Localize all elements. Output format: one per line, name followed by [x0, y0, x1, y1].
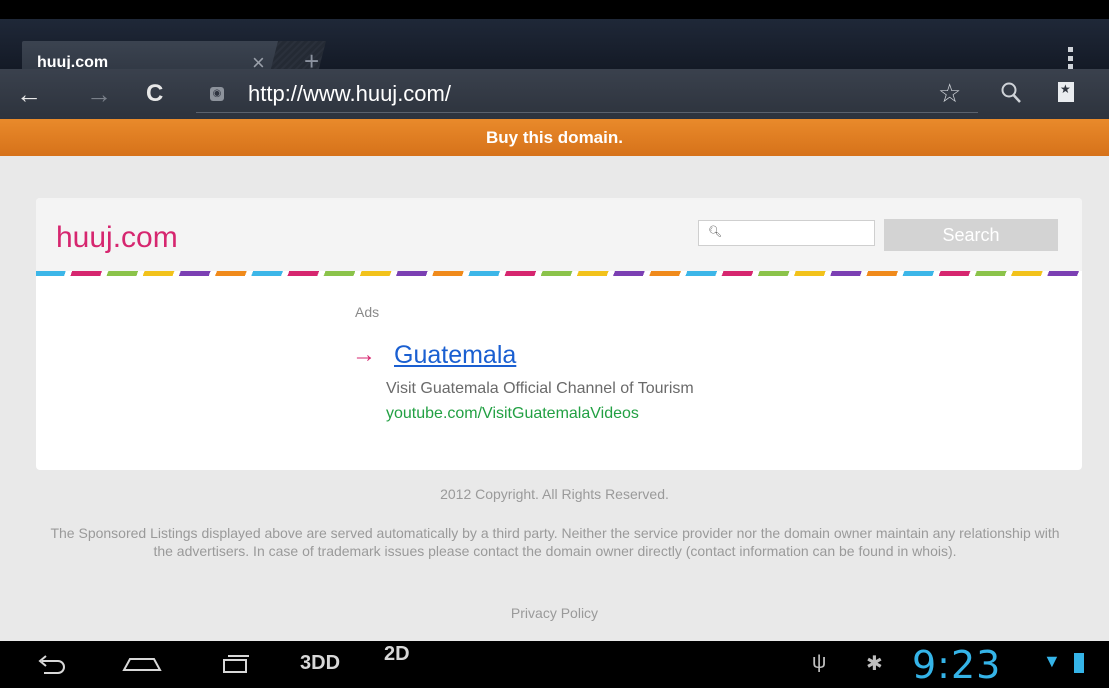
system-home-icon[interactable]	[122, 657, 162, 671]
search-icon: 🔍︎	[708, 226, 722, 238]
forward-arrow-icon[interactable]: →	[86, 79, 112, 110]
disclaimer-text: The Sponsored Listings displayed above a…	[50, 525, 1060, 559]
bookmarks-icon[interactable]	[1058, 82, 1074, 102]
url-toolbar: ← → C ◉ http://www.huuj.com/ ☆	[0, 69, 1109, 119]
parked-page-card: huuj.com 🔍︎ Search Ads → Guatemala Visit…	[36, 198, 1082, 470]
2d-mode-icon[interactable]: 2D	[384, 643, 410, 666]
usb-icon: ψ	[812, 651, 827, 673]
menu-dot	[1067, 55, 1073, 61]
ad-description: Visit Guatemala Official Channel of Tour…	[386, 380, 694, 397]
card-header: huuj.com 🔍︎ Search	[36, 198, 1082, 271]
system-back-icon[interactable]	[36, 653, 66, 677]
search-input[interactable]	[725, 223, 869, 243]
privacy-policy-link[interactable]: Privacy Policy	[0, 605, 1109, 621]
back-arrow-icon[interactable]: ←	[16, 79, 42, 110]
ad-title-link[interactable]: Guatemala	[394, 341, 516, 370]
menu-dot	[1067, 47, 1073, 52]
ads-label: Ads	[355, 304, 380, 320]
3d-mode-icon[interactable]: 3DD	[300, 652, 340, 675]
search-button[interactable]: Search	[884, 219, 1058, 251]
site-globe-icon: ◉	[210, 87, 224, 101]
buy-domain-banner[interactable]: Buy this domain.	[0, 119, 1109, 156]
copyright-text: 2012 Copyright. All Rights Reserved.	[440, 486, 669, 502]
menu-icon[interactable]	[1066, 47, 1074, 69]
search-field[interactable]: 🔍︎	[698, 220, 875, 246]
system-navigation-bar: 3DD 2D ψ ✱ 9:23 ▼	[0, 641, 1109, 688]
android-debug-icon: ✱	[866, 653, 883, 675]
ad-url[interactable]: youtube.com/VisitGuatemalaVideos	[386, 405, 639, 423]
bookmark-star-icon[interactable]: ☆	[938, 78, 961, 109]
color-stripe-divider	[36, 271, 1082, 276]
site-title[interactable]: huuj.com	[56, 221, 178, 255]
top-status-strip	[0, 0, 1109, 19]
tab-strip: huuj.com × +	[0, 19, 1109, 88]
system-recent-apps-icon[interactable]	[222, 653, 250, 673]
battery-icon	[1074, 653, 1084, 673]
reload-icon[interactable]: C	[146, 80, 163, 108]
search-icon[interactable]	[1000, 81, 1022, 105]
url-text[interactable]: http://www.huuj.com/	[248, 81, 451, 107]
clock[interactable]: 9:23	[912, 643, 1001, 687]
wifi-icon: ▼	[1043, 651, 1061, 671]
url-input[interactable]: ◉ http://www.huuj.com/	[196, 76, 978, 113]
ad-arrow-icon: →	[352, 341, 376, 368]
